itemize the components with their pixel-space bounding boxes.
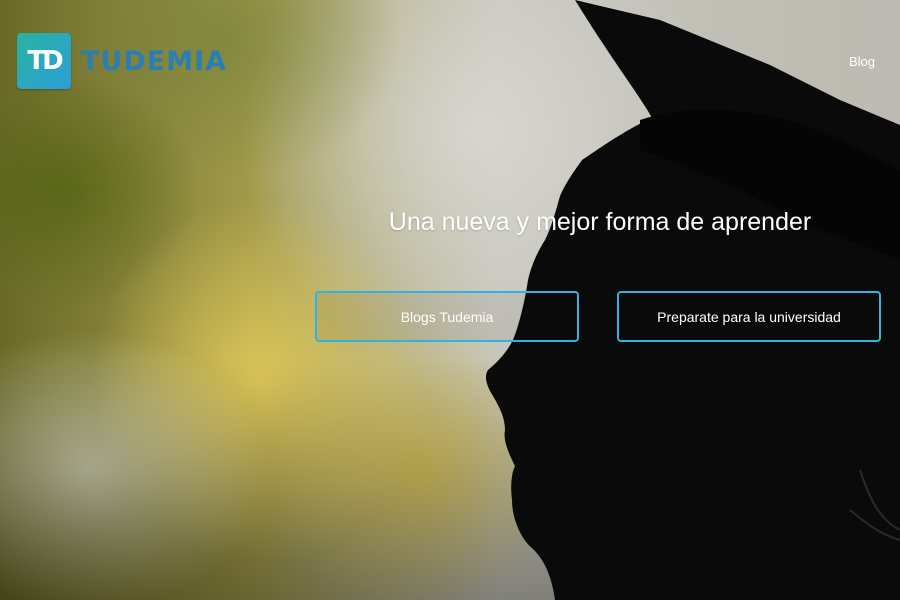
logo-mark-text: TD bbox=[27, 46, 63, 76]
brand-logo[interactable]: TD TUDEMIA bbox=[17, 33, 227, 89]
prepare-university-button[interactable]: Preparate para la universidad bbox=[617, 291, 881, 342]
hero-section: TD TUDEMIA Blog Una nueva y mejor forma … bbox=[0, 0, 900, 600]
nav-blog-link[interactable]: Blog bbox=[849, 54, 875, 69]
blogs-tudemia-button[interactable]: Blogs Tudemia bbox=[315, 291, 579, 342]
blogs-tudemia-label: Blogs Tudemia bbox=[400, 308, 494, 325]
hero-tagline: Una nueva y mejor forma de aprender bbox=[388, 208, 812, 236]
brand-name: TUDEMIA bbox=[81, 45, 228, 77]
prepare-university-label: Preparate para la universidad bbox=[657, 308, 841, 325]
logo-mark-icon: TD bbox=[17, 33, 71, 89]
